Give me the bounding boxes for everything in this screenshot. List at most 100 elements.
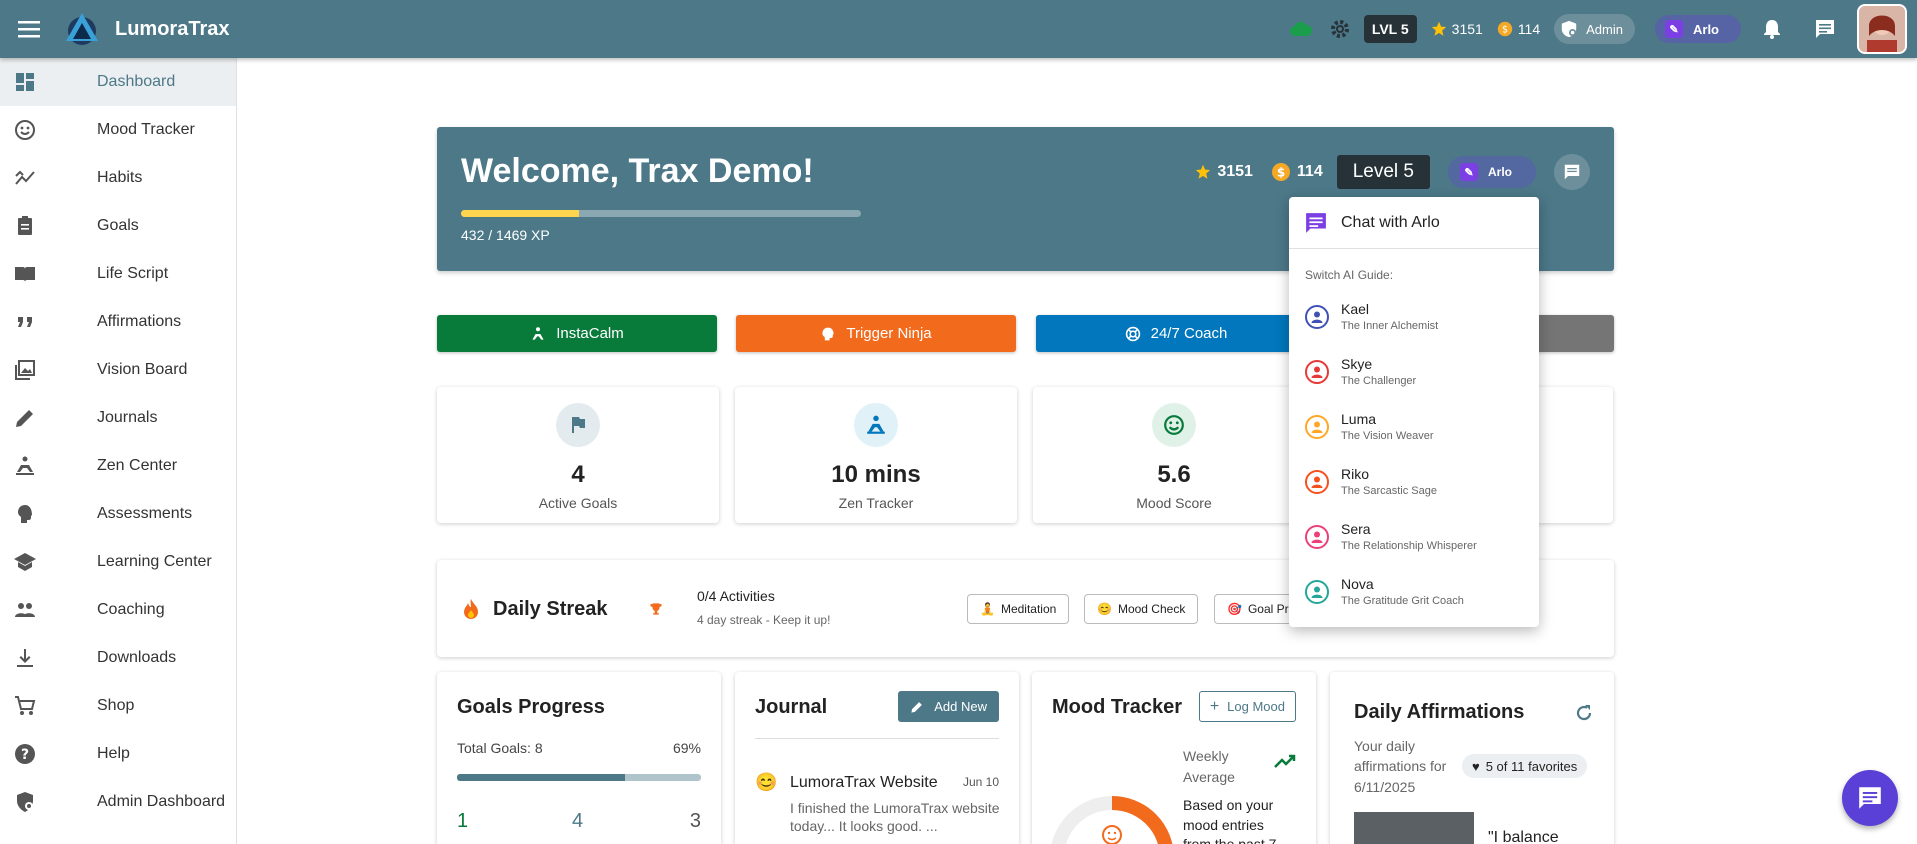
guide-item-riko[interactable]: Riko The Sarcastic Sage	[1289, 454, 1539, 509]
hero-guide-button[interactable]: ✎ Arlo	[1448, 156, 1536, 188]
smiley-icon: 😊	[1097, 602, 1112, 616]
stars-counter: 3151	[1431, 21, 1483, 37]
plus-icon: +	[1209, 697, 1220, 715]
sidebar-item-label: Admin Dashboard	[97, 793, 226, 810]
guide-item-skye[interactable]: Skye The Challenger	[1289, 344, 1539, 399]
gear-icon[interactable]	[1330, 19, 1350, 39]
sidebar-item-shop[interactable]: Shop	[0, 682, 236, 730]
sidebar-item-label: Downloads	[97, 649, 177, 666]
coin-icon: $	[1497, 21, 1513, 37]
star-icon	[1431, 21, 1446, 36]
guide-item-nova[interactable]: Nova The Gratitude Grit Coach	[1289, 564, 1539, 619]
refresh-icon[interactable]	[1574, 703, 1594, 723]
meditation-icon	[854, 403, 898, 447]
brain-icon	[822, 327, 834, 340]
sidebar-item-label: Coaching	[97, 601, 165, 618]
sidebar: Dashboard Mood Tracker Habits Goals Life Scr…	[0, 58, 237, 844]
sidebar-item-life-script[interactable]: Life Script	[0, 250, 236, 298]
sidebar-item-assessments[interactable]: Assessments	[0, 490, 236, 538]
fire-icon	[464, 599, 478, 619]
sidebar-item-label: Zen Center	[97, 457, 178, 474]
xp-progress-fill	[461, 210, 579, 217]
admin-shield-icon	[13, 790, 67, 814]
level-badge: LVL 5	[1363, 15, 1417, 43]
guide-name: Sera	[1341, 521, 1371, 537]
journal-entry-text: I finished the LumoraTrax website today.…	[790, 800, 1000, 835]
guide-name: Luma	[1341, 411, 1377, 427]
stat-label: Active Goals	[538, 495, 618, 511]
menu-icon[interactable]	[0, 0, 58, 58]
instacalm-button[interactable]: InstaCalm	[437, 315, 717, 352]
goals-completed-count: 1	[457, 810, 469, 832]
affirmation-quote: "I balance	[1488, 829, 1559, 844]
app-logo[interactable]	[64, 11, 100, 47]
total-goals: Total Goals: 8	[457, 740, 543, 756]
chat-fab-button[interactable]	[1842, 770, 1898, 826]
sidebar-item-help[interactable]: ? Help	[0, 730, 236, 778]
favorites-badge[interactable]: ♥ 5 of 11 favorites	[1462, 754, 1588, 778]
sidebar-item-zen-center[interactable]: Zen Center	[0, 442, 236, 490]
sidebar-item-label: Life Script	[97, 265, 169, 282]
star-icon	[1196, 164, 1211, 179]
journal-entry-title[interactable]: LumoraTrax Website	[790, 774, 938, 792]
coin-icon: $	[1271, 163, 1290, 181]
chip-label: Meditation	[1000, 602, 1057, 616]
sidebar-item-label: Help	[97, 745, 130, 762]
chip-mood-check[interactable]: 😊 Mood Check	[1084, 594, 1199, 624]
hero-chat-button[interactable]	[1554, 154, 1590, 190]
admin-label: Admin	[1586, 21, 1623, 37]
trend-icon	[13, 166, 67, 190]
hero-guide-label: Arlo	[1488, 165, 1512, 179]
ai-guide-button[interactable]: ✎ Arlo	[1655, 15, 1741, 43]
sidebar-item-downloads[interactable]: Downloads	[0, 634, 236, 682]
sidebar-item-vision-board[interactable]: Vision Board	[0, 346, 236, 394]
trigger-ninja-button[interactable]: Trigger Ninja	[736, 315, 1016, 352]
sidebar-item-habits[interactable]: Habits	[0, 154, 236, 202]
notepad-icon: ✎	[1665, 20, 1683, 38]
dashboard-icon	[13, 70, 67, 94]
streak-subtext: 4 day streak - Keep it up!	[697, 613, 831, 627]
sidebar-item-journals[interactable]: Journals	[0, 394, 236, 442]
coach-button[interactable]: 24/7 Coach	[1036, 315, 1316, 352]
trending-up-icon	[1274, 754, 1296, 768]
sidebar-item-label: Vision Board	[97, 361, 188, 378]
sidebar-item-admin-dashboard[interactable]: Admin Dashboard	[0, 778, 236, 826]
school-icon	[13, 550, 67, 574]
sidebar-item-coaching[interactable]: Coaching	[0, 586, 236, 634]
guide-item-sera[interactable]: Sera The Relationship Whisperer	[1289, 509, 1539, 564]
sidebar-item-goals[interactable]: Goals	[0, 202, 236, 250]
hero-coins: 114	[1296, 163, 1323, 180]
stat-card-zen-tracker: 10 mins Zen Tracker	[735, 387, 1017, 523]
admin-button[interactable]: Admin	[1554, 14, 1635, 44]
sidebar-item-label: Habits	[97, 169, 143, 186]
chat-with-guide-item[interactable]: Chat with Arlo	[1289, 197, 1539, 249]
coins-value: 114	[1517, 21, 1541, 37]
add-journal-label: Add New	[934, 699, 987, 714]
sidebar-item-mood-tracker[interactable]: Mood Tracker	[0, 106, 236, 154]
guide-item-kael[interactable]: Kael The Inner Alchemist	[1289, 289, 1539, 344]
app-title[interactable]: LumoraTrax	[115, 18, 229, 41]
bell-icon[interactable]	[1763, 19, 1781, 39]
journal-title: Journal	[755, 696, 828, 718]
user-avatar[interactable]	[1857, 4, 1907, 54]
goals-progress-fill	[457, 774, 626, 781]
log-mood-button[interactable]: + Log Mood	[1198, 691, 1296, 722]
chip-meditation[interactable]: 🧘 Meditation	[967, 594, 1070, 624]
sidebar-item-affirmations[interactable]: Affirmations	[0, 298, 236, 346]
svg-text:$: $	[1277, 166, 1285, 180]
guide-role: The Challenger	[1341, 375, 1417, 387]
journal-entry-date: Jun 10	[962, 775, 999, 789]
guide-role: The Inner Alchemist	[1341, 320, 1439, 332]
sidebar-item-dashboard[interactable]: Dashboard	[0, 58, 236, 106]
person-icon	[1305, 414, 1329, 439]
sidebar-item-label: Learning Center	[97, 553, 212, 570]
coins-counter: $ 114	[1497, 21, 1540, 37]
chat-icon	[1859, 787, 1881, 809]
hero-level-badge: Level 5	[1336, 155, 1430, 189]
svg-text:?: ?	[21, 747, 29, 763]
sidebar-item-learning-center[interactable]: Learning Center	[0, 538, 236, 586]
download-icon	[13, 646, 67, 670]
add-journal-button[interactable]: Add New	[898, 691, 999, 722]
chat-icon[interactable]	[1815, 19, 1835, 39]
guide-item-luma[interactable]: Luma The Vision Weaver	[1289, 399, 1539, 454]
